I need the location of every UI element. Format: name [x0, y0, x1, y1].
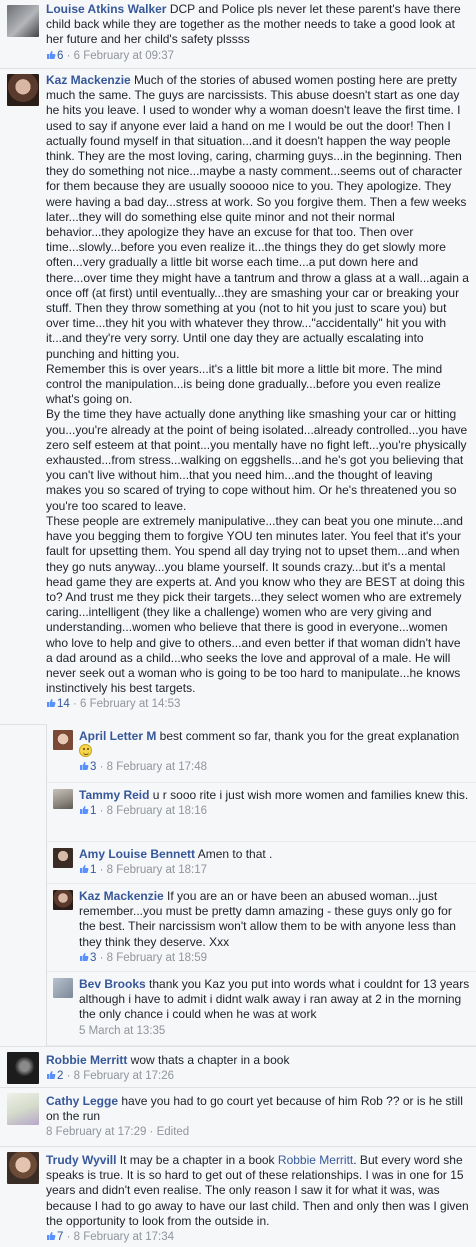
reply-meta: 3 · 8 February at 18:59 [79, 951, 470, 966]
thumbs-up-icon [80, 952, 89, 961]
thumbs-up-icon [47, 1071, 56, 1080]
avatar[interactable] [7, 1093, 39, 1125]
reply-text: u r sooo rite i just wish more women and… [149, 788, 469, 802]
timestamp[interactable]: 5 March at 13:35 [79, 1025, 165, 1037]
reply-text: Amen to that . [195, 847, 273, 861]
reply-text: best comment so far, thank you for the g… [156, 729, 463, 743]
avatar[interactable] [7, 1052, 39, 1084]
commenter-name[interactable]: Robbie Merritt [46, 1053, 127, 1067]
commenter-name[interactable]: Kaz Mackenzie [46, 73, 131, 87]
thumbs-up-icon [80, 806, 89, 815]
thumbs-up-icon [80, 762, 89, 771]
reply-bev: Bev Brooks thank you Kaz you put into wo… [47, 972, 476, 1046]
reply-amy: Amy Louise Bennett Amen to that . 1 · 8 … [47, 842, 476, 884]
commenter-name[interactable]: Cathy Legge [46, 1094, 118, 1108]
comment-cathy: Cathy Legge have you had to go court yet… [0, 1088, 476, 1147]
timestamp[interactable]: 8 February at 17:48 [107, 761, 207, 773]
timestamp[interactable]: 8 February at 18:16 [107, 805, 207, 817]
replies-container: April Letter M best comment so far, than… [46, 724, 476, 1046]
commenter-name[interactable]: Trudy Wyvill [46, 1153, 116, 1167]
comment-meta: 14 · 6 February at 14:53 [46, 697, 470, 712]
commenter-name[interactable]: April Letter M [79, 729, 156, 743]
comment-robbie: Robbie Merritt wow thats a chapter in a … [0, 1046, 476, 1088]
comment-meta: 6 · 6 February at 09:37 [46, 49, 470, 64]
comment-kaz: Kaz Mackenzie Much of the stories of abu… [0, 69, 476, 725]
avatar[interactable] [7, 1152, 39, 1184]
commenter-name[interactable]: Kaz Mackenzie [79, 889, 164, 903]
comment-meta: 8 February at 17:29 · Edited [46, 1125, 470, 1140]
timestamp[interactable]: 8 February at 17:34 [74, 1231, 174, 1243]
timestamp[interactable]: 8 February at 17:29 · Edited [46, 1126, 189, 1138]
comment-text: wow thats a chapter in a book [127, 1053, 290, 1067]
avatar[interactable] [7, 74, 39, 106]
reply-tammy: Tammy Reid u r sooo rite i just wish mor… [47, 783, 476, 842]
reply-meta: 5 March at 13:35 [79, 1024, 470, 1039]
timestamp[interactable]: 6 February at 09:37 [74, 50, 174, 62]
timestamp[interactable]: 8 February at 18:17 [107, 864, 207, 876]
thumbs-up-icon [47, 699, 56, 708]
avatar[interactable] [53, 730, 73, 750]
commenter-name[interactable]: Tammy Reid [79, 788, 149, 802]
mention-link[interactable]: Robbie Merritt [278, 1153, 353, 1167]
avatar[interactable] [53, 789, 73, 809]
avatar[interactable] [53, 978, 73, 998]
reply-april: April Letter M best comment so far, than… [47, 724, 476, 783]
comment-meta: 2 · 8 February at 17:26 [46, 1069, 470, 1084]
reply-meta: 1 · 8 February at 18:16 [79, 804, 470, 819]
commenter-name[interactable]: Bev Brooks [79, 977, 146, 991]
comment-trudy: Trudy Wyvill It may be a chapter in a bo… [0, 1147, 476, 1247]
smiley-emoji-icon [79, 744, 92, 758]
comment-meta: 7 · 8 February at 17:34 [46, 1230, 470, 1245]
reply-meta: 3 · 8 February at 17:48 [79, 760, 470, 775]
avatar[interactable] [53, 848, 73, 868]
avatar[interactable] [7, 5, 39, 37]
commenter-name[interactable]: Louise Atkins Walker [46, 2, 166, 16]
reply-meta: 1 · 8 February at 18:17 [79, 863, 470, 878]
commenter-name[interactable]: Amy Louise Bennett [79, 847, 195, 861]
comment-thread: Louise Atkins Walker DCP and Police pls … [0, 0, 476, 1247]
thumbs-up-icon [47, 50, 56, 59]
timestamp[interactable]: 8 February at 18:59 [107, 952, 207, 964]
timestamp[interactable]: 8 February at 17:26 [74, 1070, 174, 1082]
comment-louise: Louise Atkins Walker DCP and Police pls … [0, 0, 476, 69]
timestamp[interactable]: 6 February at 14:53 [80, 698, 180, 710]
comment-text: It may be a chapter in a book [116, 1153, 278, 1167]
thumbs-up-icon [80, 865, 89, 874]
reply-kaz: Kaz Mackenzie If you are an or have been… [47, 884, 476, 972]
avatar[interactable] [53, 890, 73, 910]
comment-text: Much of the stories of abused women post… [46, 73, 469, 696]
thumbs-up-icon [47, 1232, 56, 1241]
like-count[interactable]: 14 [57, 698, 70, 710]
